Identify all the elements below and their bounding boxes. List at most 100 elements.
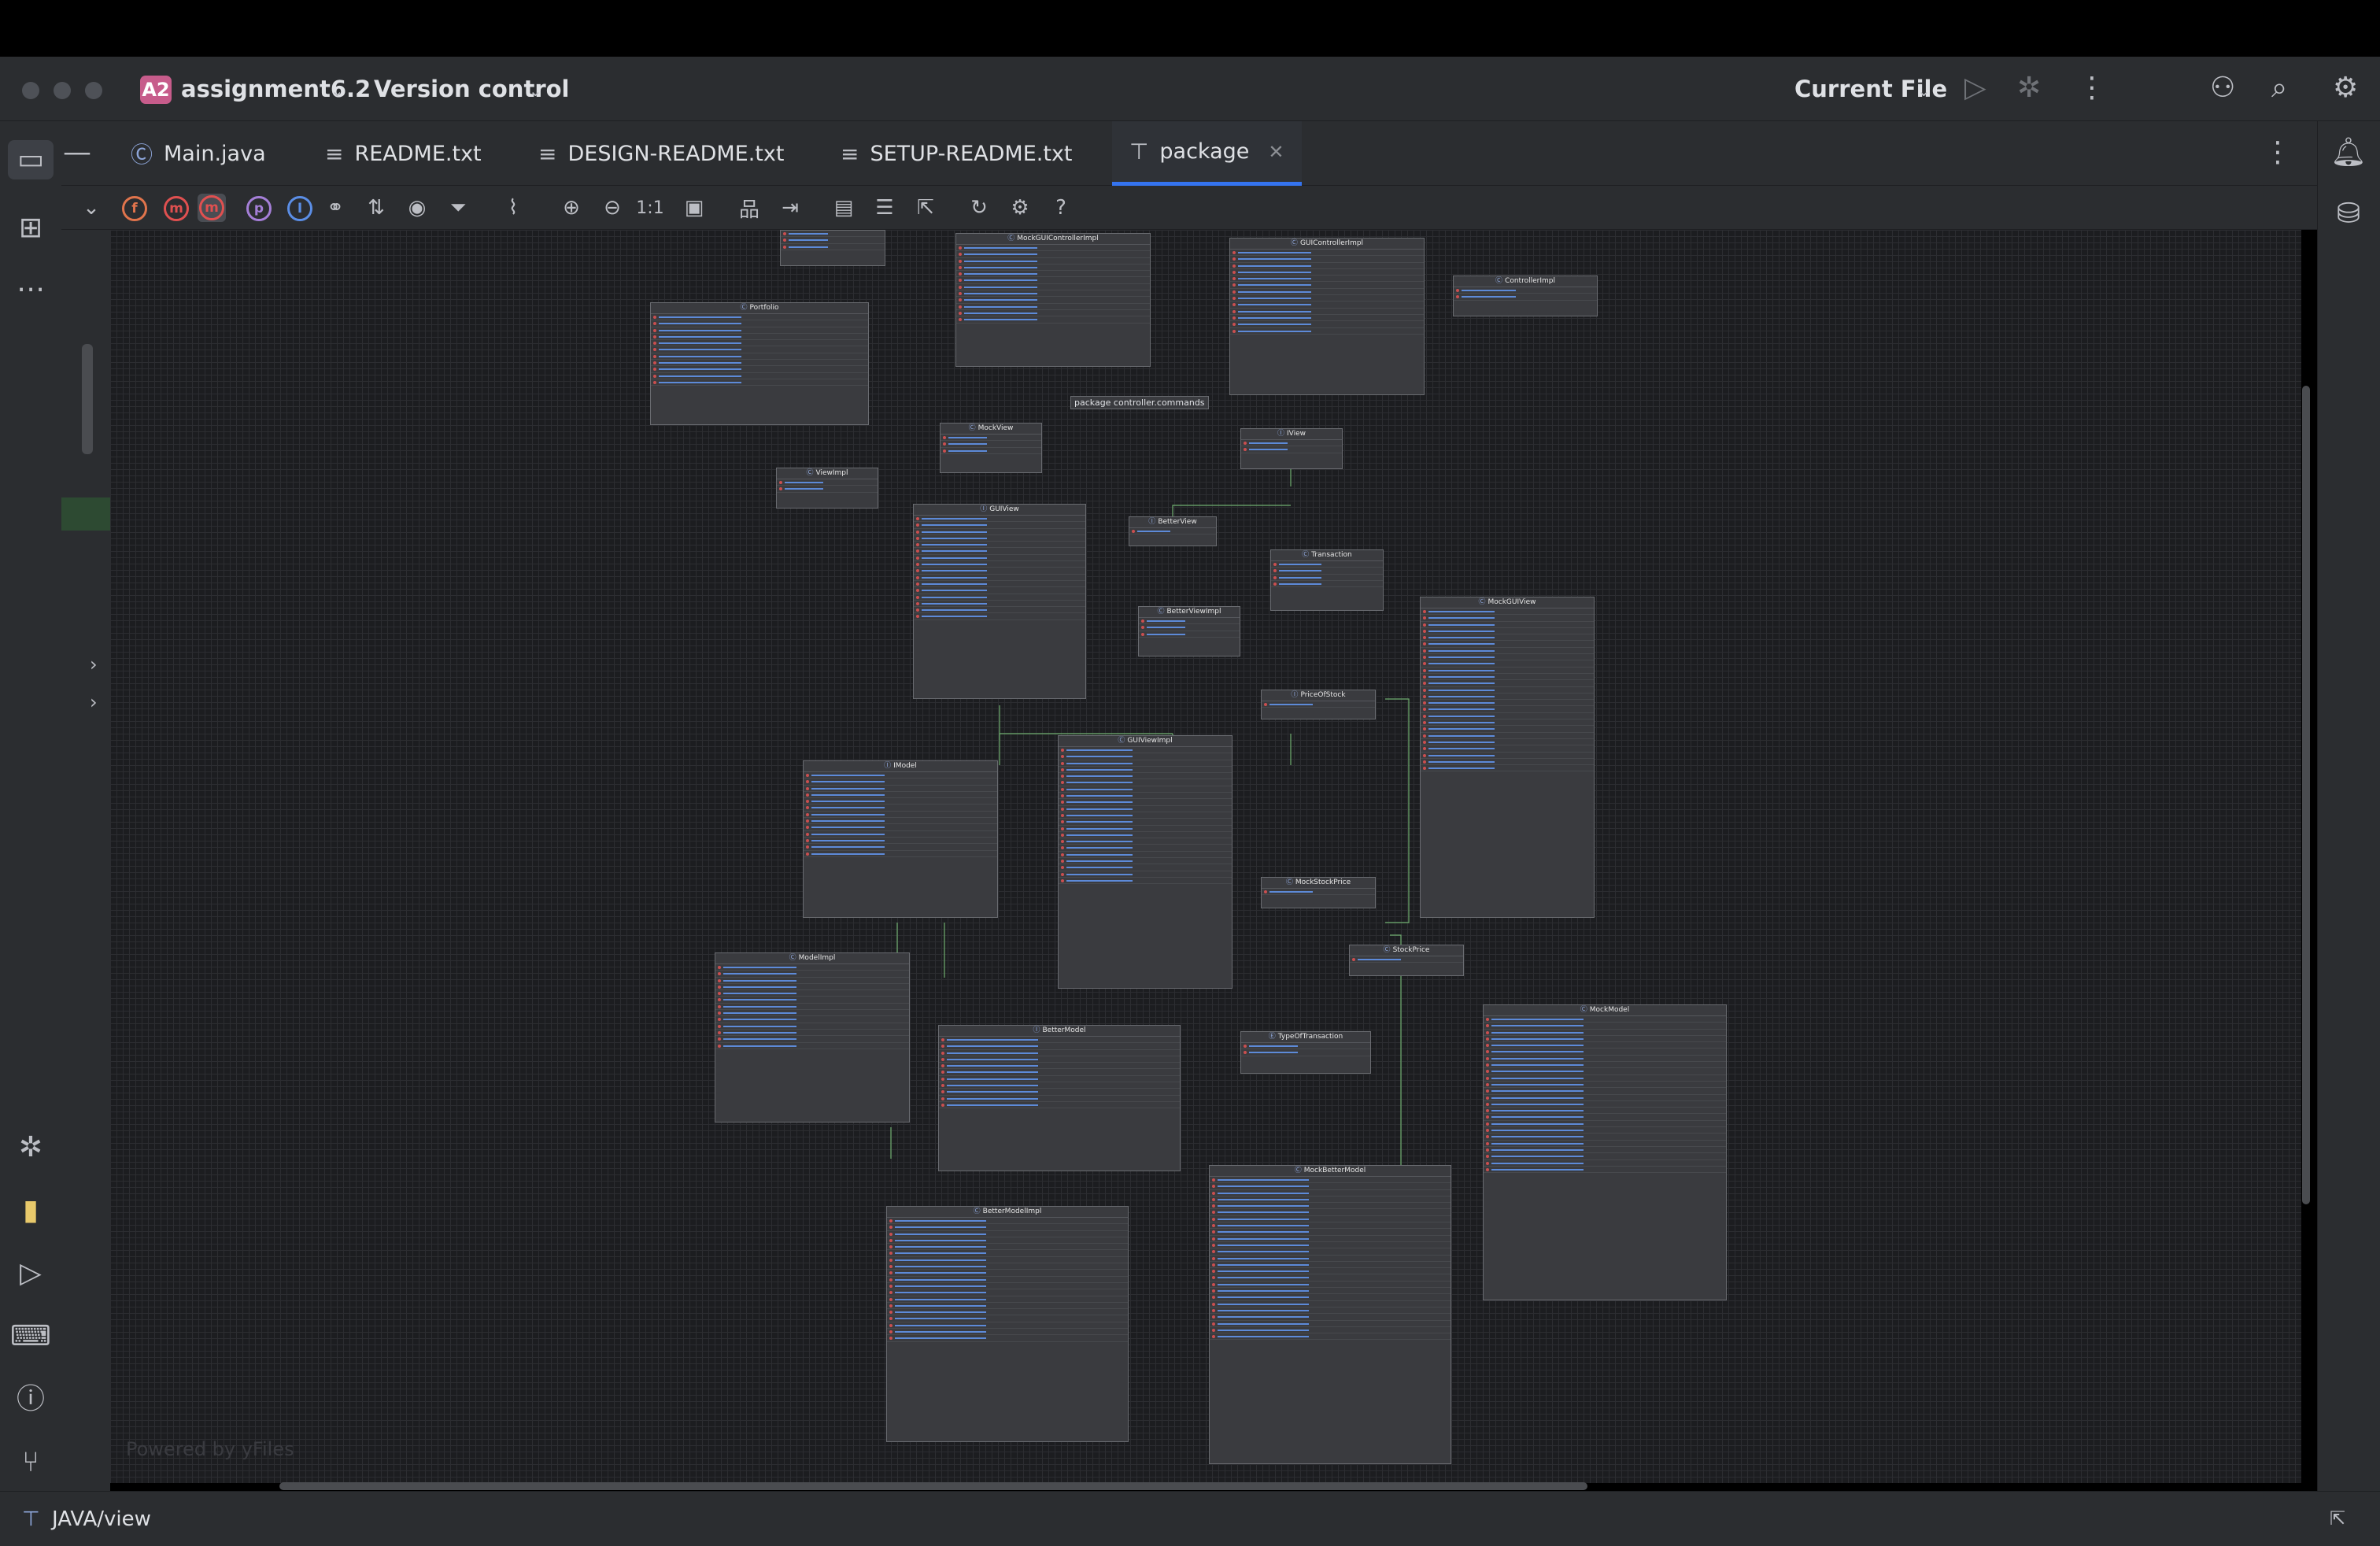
route-edges-icon[interactable]: ⇥	[776, 194, 804, 222]
more-vertical-icon[interactable]: ⋮	[2262, 139, 2293, 167]
inner-classes-icon[interactable]: I	[287, 196, 312, 221]
refresh-icon[interactable]: ↻	[965, 194, 993, 222]
open-external-icon[interactable]: ⇱	[911, 194, 940, 222]
class-node-mockguicontrollerimpl[interactable]: Ⓒ MockGUIControllerImpl	[955, 233, 1151, 367]
class-node-mockview[interactable]: Ⓒ MockView	[940, 423, 1042, 473]
horizontal-scrollbar[interactable]	[279, 1482, 1587, 1490]
methods-filter-button[interactable]: m	[198, 194, 226, 222]
sort-icon[interactable]: ⇅	[362, 194, 390, 222]
chevron-right-icon[interactable]: ›	[90, 691, 98, 713]
layout-options-icon[interactable]: ☰	[870, 194, 899, 222]
class-node-controllerimpl[interactable]: Ⓒ ControllerImpl	[1453, 276, 1598, 316]
tab-readme[interactable]: ≡ README.txt	[325, 121, 482, 186]
run-icon[interactable]: ▷	[1964, 74, 1986, 102]
notifications-bell-icon[interactable]: 🔔︎	[2318, 139, 2379, 167]
method-row	[1059, 864, 1232, 871]
class-node-mockmodel[interactable]: Ⓒ MockModel	[1483, 1004, 1727, 1300]
gutter-scroll-thumb[interactable]	[82, 344, 93, 454]
problems-icon[interactable]: ⓘ	[0, 1385, 61, 1414]
properties-filter-icon[interactable]: p	[246, 196, 272, 221]
tab-setup-readme[interactable]: ≡ SETUP-README.txt	[841, 121, 1073, 186]
vertical-scrollbar[interactable]	[2302, 386, 2310, 1204]
class-title: Ⓒ BetterModelImpl	[887, 1207, 1128, 1218]
class-node-guicontrollerimpl[interactable]: Ⓒ GUIControllerImpl	[1229, 238, 1425, 395]
structure-icon[interactable]: ⊞	[0, 214, 61, 242]
method-row	[804, 818, 997, 825]
interface-node-betterview[interactable]: Ⓘ BetterView	[1129, 516, 1217, 546]
method-row	[914, 607, 1085, 614]
class-node-transaction[interactable]: Ⓒ Transaction	[1270, 549, 1384, 611]
more-vertical-icon[interactable]: ⋮	[2078, 74, 2106, 102]
debug-icon[interactable]: ✲	[2017, 74, 2041, 102]
chevron-down-icon[interactable]: ⌄	[331, 81, 344, 100]
method-row	[715, 1023, 909, 1030]
git-branch-icon[interactable]: ⑂	[0, 1448, 61, 1477]
method-row	[651, 314, 868, 321]
project-badge[interactable]: A2	[140, 76, 172, 104]
run-services-icon[interactable]: ▷	[0, 1259, 61, 1288]
help-icon[interactable]: ?	[1047, 194, 1075, 222]
method-row	[939, 1076, 1180, 1083]
class-node-bettermodelimpl[interactable]: Ⓒ BetterModelImpl	[886, 1206, 1129, 1442]
search-icon[interactable]: ⌕	[2271, 74, 2287, 102]
fit-content-icon[interactable]: ▣	[680, 194, 708, 222]
filter-icon[interactable]: ⏷	[444, 194, 472, 222]
debug-bug-icon[interactable]: ✲	[0, 1134, 61, 1162]
chevron-down-icon[interactable]: ⌄	[77, 194, 105, 222]
zoom-in-icon[interactable]: ⊕	[557, 194, 586, 222]
chevron-down-icon[interactable]: ⌄	[529, 81, 542, 100]
fields-filter-icon[interactable]: f	[122, 196, 147, 221]
interface-node-priceofstock[interactable]: Ⓘ PriceOfStock	[1261, 690, 1376, 719]
uml-diagram-canvas[interactable]: Ⓒ MockGUIControllerImpl Ⓒ GUIControllerImp…	[110, 230, 2301, 1483]
breadcrumb-path[interactable]: JAVA/view	[52, 1507, 151, 1531]
minimize-window-button[interactable]	[54, 82, 71, 99]
settings-gear-icon[interactable]: ⚙	[1006, 194, 1034, 222]
settings-gear-icon[interactable]: ⚙	[2333, 74, 2358, 102]
interface-node-imodel[interactable]: Ⓘ IModel	[803, 760, 998, 918]
tab-main-java[interactable]: Ⓒ Main.java	[131, 121, 266, 186]
class-node-mockguiview[interactable]: Ⓒ MockGUIView	[1420, 597, 1595, 918]
folder-icon[interactable]: ▭	[8, 140, 54, 179]
tab-design-readme[interactable]: ≡ DESIGN-README.txt	[538, 121, 784, 186]
enum-node-typeoftransaction[interactable]: Ⓔ TypeOfTransaction	[1240, 1031, 1371, 1074]
tab-package[interactable]: ⊤ package ✕	[1112, 121, 1302, 186]
class-node-viewimpl[interactable]: Ⓒ ViewImpl	[776, 468, 878, 509]
more-horizontal-icon[interactable]: ⋯	[0, 276, 61, 304]
class-node-betterviewimpl[interactable]: Ⓒ BetterViewImpl	[1138, 606, 1240, 656]
method-row	[1059, 799, 1232, 806]
terminal-icon[interactable]: ⌨	[0, 1322, 61, 1351]
edge-route-icon[interactable]: ⌇	[499, 194, 527, 222]
method-row	[651, 340, 868, 347]
interface-node-iview[interactable]: Ⓘ IView	[1240, 428, 1343, 469]
build-icon[interactable]: ▮	[0, 1196, 61, 1225]
database-icon[interactable]: ⛁	[2318, 200, 2379, 228]
add-user-icon[interactable]: ⚇	[2210, 74, 2235, 102]
method-rows	[1484, 1016, 1726, 1174]
class-icon: Ⓒ	[1302, 551, 1310, 559]
link-icon[interactable]: ⚭	[321, 194, 349, 222]
class-node-modelimpl[interactable]: Ⓒ ModelImpl	[715, 952, 910, 1123]
close-window-button[interactable]	[22, 82, 39, 99]
export-clipboard-icon[interactable]: ▤	[830, 194, 858, 222]
class-node-guiviewimpl[interactable]: Ⓒ GUIViewImpl	[1058, 735, 1232, 989]
interface-node-bettermodel[interactable]: Ⓘ BetterModel	[938, 1025, 1181, 1171]
lock-icon[interactable]: ⇱	[2330, 1507, 2345, 1529]
collapse-icon[interactable]: —	[61, 139, 93, 167]
zoom-out-icon[interactable]: ⊖	[598, 194, 626, 222]
chevron-down-icon[interactable]: ⌄	[1917, 81, 1931, 100]
class-node-portfolio[interactable]: Ⓒ Portfolio	[650, 302, 869, 425]
interface-node-guiview[interactable]: Ⓘ GUIView	[913, 504, 1086, 699]
class-node[interactable]	[780, 230, 885, 266]
class-node-mockstockprice[interactable]: Ⓒ MockStockPrice	[1261, 877, 1376, 908]
method-row	[956, 271, 1150, 278]
zoom-window-button[interactable]	[85, 82, 102, 99]
chevron-right-icon[interactable]: ›	[90, 653, 98, 675]
close-icon[interactable]: ✕	[1268, 141, 1284, 163]
class-node-stockprice[interactable]: Ⓒ StockPrice	[1349, 945, 1464, 976]
method-row	[1454, 287, 1597, 294]
constructors-filter-icon[interactable]: m	[164, 196, 189, 221]
class-node-mockbettermodel[interactable]: Ⓒ MockBetterModel	[1209, 1165, 1451, 1464]
layout-hierarchy-icon[interactable]: 品	[735, 194, 763, 222]
visibility-eye-icon[interactable]: ◉	[403, 194, 431, 222]
actual-size-button[interactable]: 1:1	[636, 194, 664, 222]
